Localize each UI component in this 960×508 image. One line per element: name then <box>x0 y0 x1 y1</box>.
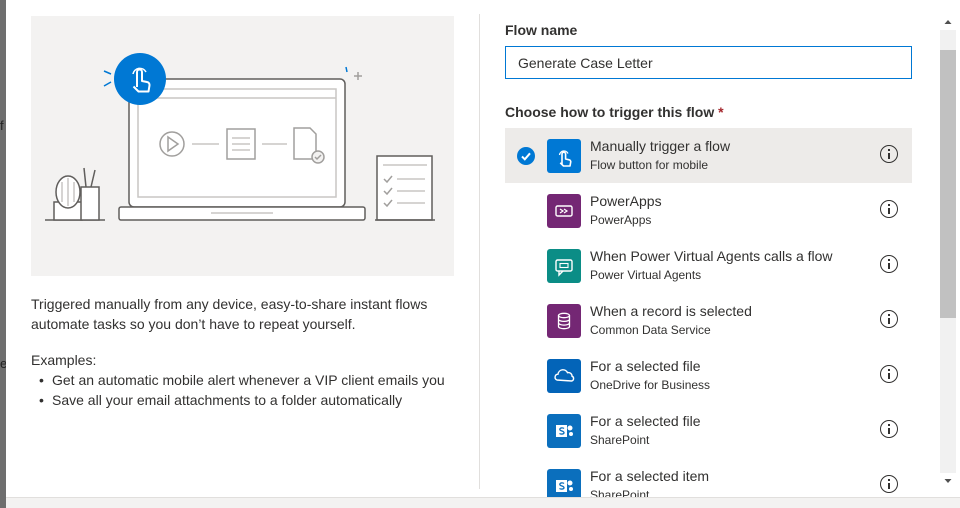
trigger-title: For a selected file <box>590 413 701 429</box>
trigger-title: When a record is selected <box>590 303 752 319</box>
required-marker: * <box>718 104 724 120</box>
trigger-connector: OneDrive for Business <box>590 378 711 392</box>
database-icon <box>547 304 581 338</box>
chat-bot-icon <box>547 249 581 283</box>
scroll-up-arrow-icon[interactable] <box>940 14 956 30</box>
trigger-option-powerapps[interactable]: PowerApps PowerApps <box>505 183 912 238</box>
background-text-fragment: f <box>0 118 4 133</box>
trigger-title: When Power Virtual Agents calls a flow <box>590 248 833 264</box>
info-icon[interactable] <box>880 145 898 163</box>
info-icon[interactable] <box>880 420 898 438</box>
trigger-connector: SharePoint <box>590 488 650 497</box>
flow-name-label: Flow name <box>505 22 578 38</box>
onedrive-icon <box>547 359 581 393</box>
trigger-label: Choose how to trigger this flow * <box>505 104 724 120</box>
trigger-title: For a selected file <box>590 358 701 374</box>
trigger-title: PowerApps <box>590 193 662 209</box>
examples-list: Get an automatic mobile alert whenever a… <box>31 370 451 410</box>
trigger-option-sharepoint-item[interactable]: For a selected item SharePoint <box>505 458 912 497</box>
example-item: Save all your email attachments to a fol… <box>31 390 451 410</box>
trigger-connector: Flow button for mobile <box>590 158 709 172</box>
trigger-description: Triggered manually from any device, easy… <box>31 296 428 332</box>
trigger-connector: Power Virtual Agents <box>590 268 702 282</box>
selected-check-icon <box>517 147 535 165</box>
trigger-list: Manually trigger a flow Flow button for … <box>505 128 912 497</box>
info-icon[interactable] <box>880 475 898 493</box>
trigger-option-onedrive-file[interactable]: For a selected file OneDrive for Busines… <box>505 348 912 403</box>
trigger-title: Manually trigger a flow <box>590 138 731 154</box>
example-item: Get an automatic mobile alert whenever a… <box>31 370 451 390</box>
info-icon[interactable] <box>880 365 898 383</box>
trigger-option-power-virtual-agents[interactable]: When Power Virtual Agents calls a flow P… <box>505 238 912 293</box>
flow-name-input[interactable] <box>505 46 912 79</box>
trigger-title: For a selected item <box>590 468 710 484</box>
flow-settings-pane: Flow name Choose how to trigger this flo… <box>480 0 940 497</box>
trigger-connector: PowerApps <box>590 213 652 227</box>
powerapps-icon <box>547 194 581 228</box>
trigger-option-sharepoint-file[interactable]: For a selected file SharePoint <box>505 403 912 458</box>
scrollbar-track[interactable] <box>940 30 956 473</box>
trigger-connector: Common Data Service <box>590 323 711 337</box>
examples-label: Examples: <box>31 352 97 368</box>
trigger-info-pane: Triggered manually from any device, easy… <box>6 0 480 497</box>
info-icon[interactable] <box>880 200 898 218</box>
build-instant-flow-dialog: Triggered manually from any device, easy… <box>6 0 960 497</box>
info-icon[interactable] <box>880 255 898 273</box>
instant-flow-illustration <box>31 16 454 276</box>
info-icon[interactable] <box>880 310 898 328</box>
sharepoint-icon <box>547 469 581 497</box>
scrollbar-thumb[interactable] <box>940 50 956 318</box>
dialog-footer-edge <box>6 497 960 508</box>
sharepoint-icon <box>547 414 581 448</box>
trigger-connector: SharePoint <box>590 433 650 447</box>
trigger-option-manual[interactable]: Manually trigger a flow Flow button for … <box>505 128 912 183</box>
trigger-option-record-selected[interactable]: When a record is selected Common Data Se… <box>505 293 912 348</box>
trigger-label-text: Choose how to trigger this flow <box>505 104 715 120</box>
scroll-down-arrow-icon[interactable] <box>940 473 956 489</box>
dialog-scrollbar[interactable] <box>940 14 956 489</box>
touch-icon <box>547 139 581 173</box>
